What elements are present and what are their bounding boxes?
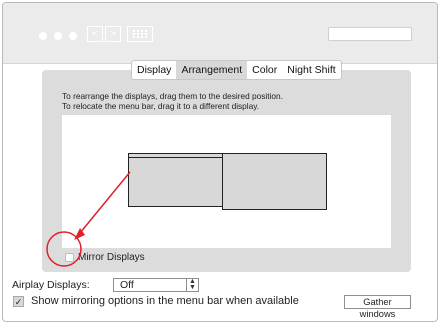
menu-bar-indicator[interactable]: [129, 157, 222, 158]
show-mirroring-checkbox[interactable]: ✓: [13, 296, 24, 307]
tab-arrangement[interactable]: Arrangement: [176, 61, 248, 79]
airplay-displays-value: Off: [120, 279, 134, 291]
tab-night-shift[interactable]: Night Shift: [282, 61, 340, 79]
show-mirroring-label: Show mirroring options in the menu bar w…: [31, 295, 299, 307]
secondary-display[interactable]: [222, 153, 327, 210]
airplay-displays-label: Airplay Displays:: [12, 279, 90, 291]
gather-windows-button[interactable]: Gather windows: [344, 295, 411, 319]
tab-bar: Display Arrangement Color Night Shift: [131, 60, 342, 80]
tab-color[interactable]: Color: [247, 61, 282, 79]
instructions: To rearrange the displays, drag them to …: [62, 91, 283, 111]
back-button[interactable]: <: [87, 26, 103, 42]
minimize-dot-icon[interactable]: [54, 32, 62, 40]
instruction-line-1: To rearrange the displays, drag them to …: [62, 91, 283, 101]
mirror-displays-label: Mirror Displays: [78, 252, 145, 263]
instruction-line-2: To relocate the menu bar, drag it to a d…: [62, 101, 260, 111]
zoom-dot-icon[interactable]: [69, 32, 77, 40]
primary-display[interactable]: [128, 153, 223, 207]
close-dot-icon[interactable]: [39, 32, 47, 40]
show-all-button[interactable]: [127, 26, 153, 42]
title-bar: < >: [3, 3, 437, 64]
mirror-displays-checkbox[interactable]: [65, 253, 74, 262]
forward-button[interactable]: >: [105, 26, 121, 42]
grid-icon: [133, 30, 147, 38]
search-input[interactable]: [328, 27, 412, 41]
tab-display[interactable]: Display: [132, 61, 176, 79]
airplay-displays-select[interactable]: Off ▲ ▼: [113, 278, 199, 292]
window: < > Display Arrangement Color Night Shif…: [2, 2, 438, 322]
chevron-updown-icon: ▲ ▼: [186, 278, 198, 291]
